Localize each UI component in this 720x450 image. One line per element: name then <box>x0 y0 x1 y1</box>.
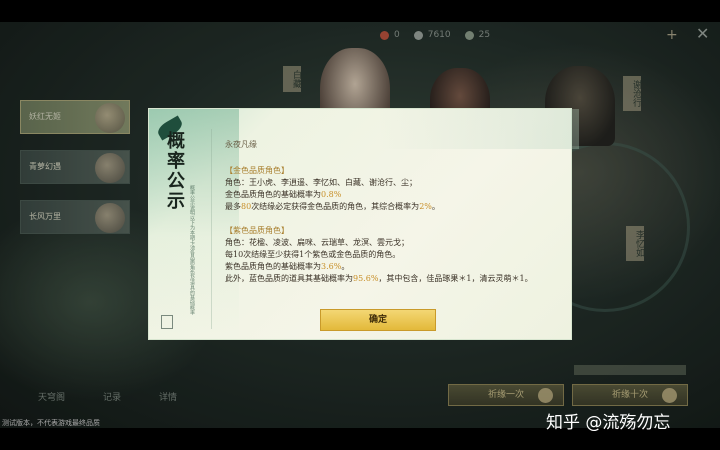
gold-section-header: 【金色品质角色】 <box>225 166 289 175</box>
purple-guarantee: 每10次结缘至少获得1个紫色或金色品质的角色。 <box>225 250 401 259</box>
gold-rate-line: 金色品质角色的基础概率为0.8% <box>225 190 342 199</box>
gold-roles: 角色：王小虎、李逍遥、李忆如、白藏、谢沧行、尘； <box>225 178 417 187</box>
seal-icon <box>161 315 173 329</box>
divider <box>211 129 212 329</box>
purple-rate-line: 紫色品质角色的基础概率为3.6%。 <box>225 262 350 271</box>
letterbox-top <box>0 0 720 22</box>
probability-dialog: 概率公示 概率公示说明以下为本期卡池各品质角色及道具的基础概率 永夜凡缘 【金色… <box>148 108 579 341</box>
purple-roles: 角色：花楹、凌波、扁咪、云瑞草、龙溟、雲元戈； <box>225 238 409 247</box>
blue-rate-line: 此外，蓝色品质的道具其基础概率为95.6%，其中包含，佳品琢果＊1，清云灵萌＊1… <box>225 274 533 283</box>
confirm-button[interactable]: 确定 <box>320 309 436 331</box>
dialog-subtitle: 概率公示说明以下为本期卡池各品质角色及道具的基础概率 <box>189 185 195 315</box>
gold-pity-line: 最多80次结缘必定获得金色品质的角色，其综合概率为2%。 <box>225 202 440 211</box>
purple-section-header: 【紫色品质角色】 <box>225 226 289 235</box>
pool-name: 永夜凡缘 <box>225 140 257 149</box>
dialog-content: 永夜凡缘 【金色品质角色】 角色：王小虎、李逍遥、李忆如、白藏、谢沧行、尘； 金… <box>225 139 555 285</box>
watermark: 知乎 @流殇勿忘 <box>546 413 671 433</box>
dialog-title: 概率公示 <box>164 131 185 211</box>
